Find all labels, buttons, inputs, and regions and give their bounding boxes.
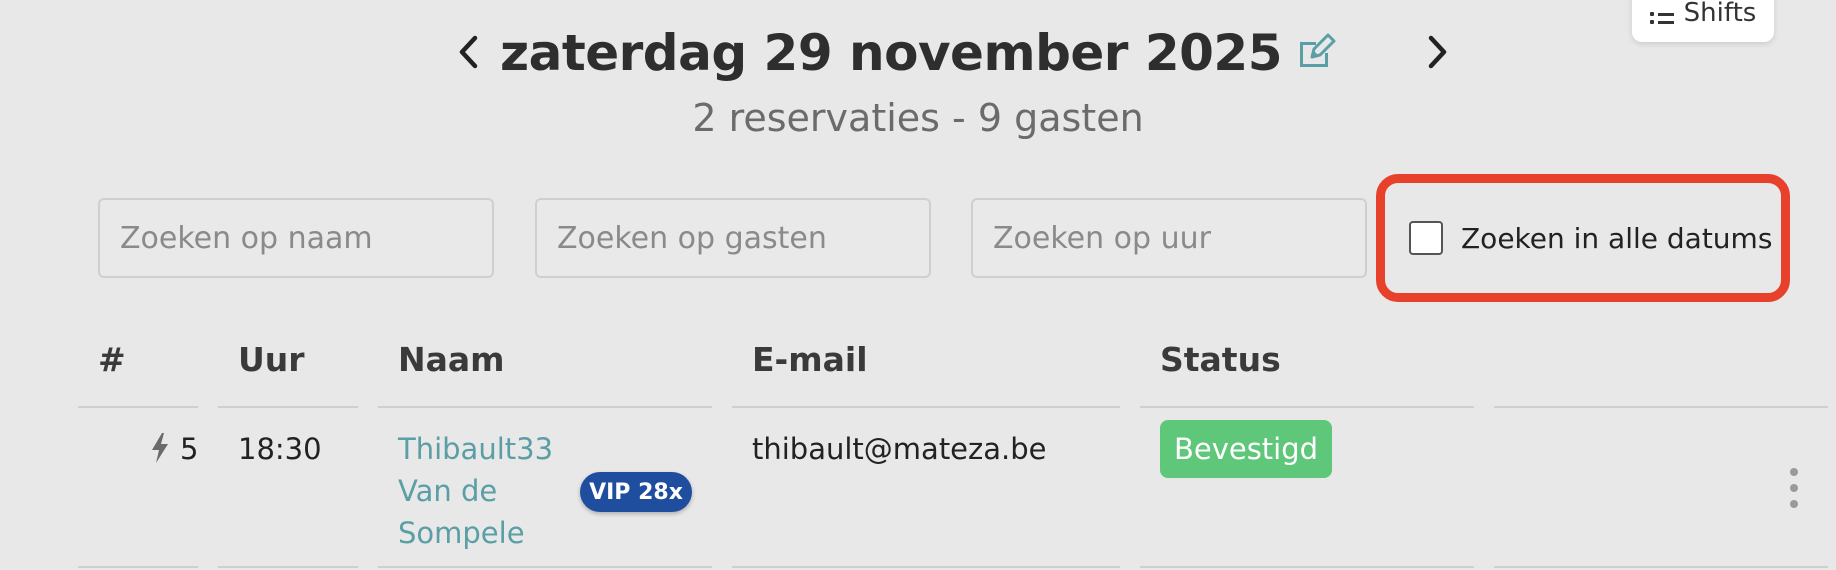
status-badge: Bevestigd — [1160, 420, 1332, 478]
header-divider — [78, 406, 198, 408]
reservation-summary: 2 reservaties - 9 gasten — [692, 96, 1144, 140]
row-divider — [1140, 566, 1474, 568]
more-options-icon[interactable] — [1782, 468, 1806, 508]
chevron-right-icon — [1428, 35, 1447, 69]
guest-email: thibault@mateza.be — [752, 432, 1047, 466]
next-day-button[interactable] — [1418, 32, 1458, 72]
row-divider — [78, 566, 198, 568]
all-dates-label: Zoeken in alle datums — [1461, 221, 1773, 255]
edit-icon[interactable] — [1296, 24, 1336, 82]
column-header-name: Naam — [398, 340, 505, 379]
header-divider — [1494, 406, 1828, 408]
header-divider — [218, 406, 358, 408]
header-divider — [732, 406, 1120, 408]
column-header-email: E-mail — [752, 340, 868, 379]
row-divider — [378, 566, 712, 568]
row-divider — [218, 566, 358, 568]
search-all-dates-toggle[interactable]: Zoeken in alle datums — [1376, 174, 1790, 302]
walk-in-lightning-icon — [150, 432, 170, 471]
vip-badge: VIP 28x — [580, 472, 692, 512]
search-time-input[interactable] — [971, 198, 1367, 278]
all-dates-checkbox[interactable] — [1409, 221, 1443, 255]
date-navigation: zaterdag 29 november 2025 — [0, 22, 1836, 92]
column-header-time: Uur — [238, 340, 305, 379]
search-guests-input[interactable] — [535, 198, 931, 278]
header-divider — [1140, 406, 1474, 408]
date-title-text: zaterdag 29 november 2025 — [499, 24, 1283, 82]
row-divider — [732, 566, 1120, 568]
row-divider — [1494, 566, 1828, 568]
column-header-number: # — [98, 340, 126, 379]
guest-name-link[interactable]: Thibault33 Van de Sompele — [398, 428, 558, 554]
header-divider — [378, 406, 712, 408]
guest-count: 5 — [180, 432, 199, 466]
page-title: zaterdag 29 november 2025 — [0, 24, 1836, 86]
search-name-input[interactable] — [98, 198, 494, 278]
reservation-time: 18:30 — [238, 432, 322, 466]
column-header-status: Status — [1160, 340, 1281, 379]
